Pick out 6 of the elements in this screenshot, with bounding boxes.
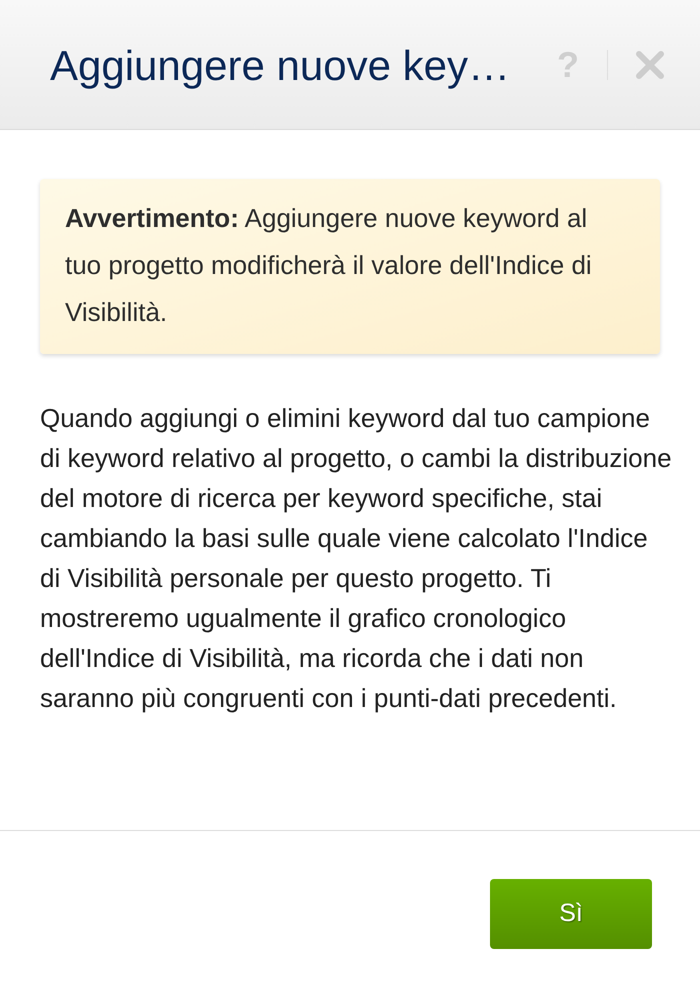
confirm-button[interactable]: Sì xyxy=(490,879,652,949)
close-icon xyxy=(635,50,665,80)
body-paragraph: Quando aggiungi o elimini keyword dal tuo campione di keyword relativo al progetto, o cambi la distribuzione del motore di ricerca per keyword specifiche, stai cambiando la basi sulle quale viene calcolato l'Indice di Visibilità personale per questo progetto. Ti mostreremo ugualmente il grafico cronologico dell'Indice di Visibilità, ma ricorda che i dati non saranno più congruenti con i punti-dati precedenti. xyxy=(40,402,673,715)
dialog-title: Aggiungere nuove key… xyxy=(50,40,511,90)
warning-text: Avvertimento: Aggiungere nuove keyword al tuo progetto modificherà il valore dell'Indice di Visibilità. xyxy=(65,202,593,329)
close-button[interactable] xyxy=(634,48,666,80)
